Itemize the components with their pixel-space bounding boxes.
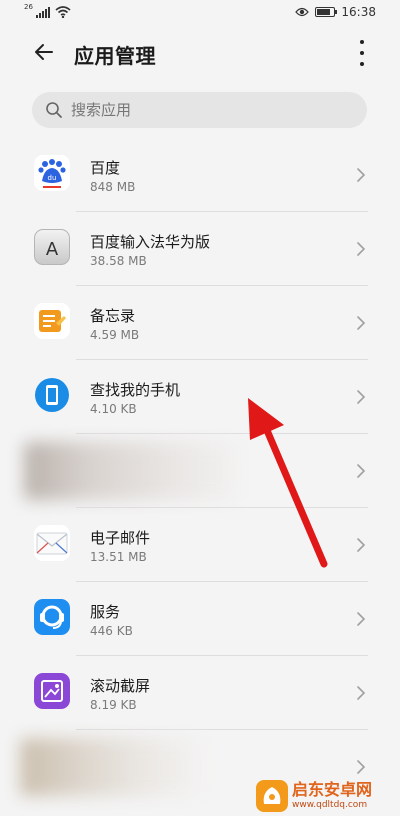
app-name: 备忘录 — [90, 307, 136, 325]
watermark-url: www.qdltdq.com — [292, 800, 368, 810]
app-size: 4.10 KB — [90, 402, 137, 416]
chevron-right-icon — [357, 390, 366, 404]
svg-text:A: A — [46, 239, 59, 260]
list-item-baidu-input[interactable]: A 百度输入法华为版 38.58 MB — [0, 212, 400, 286]
app-name: 查找我的手机 — [90, 381, 181, 399]
find-phone-icon — [34, 377, 70, 413]
chevron-right-icon — [357, 464, 366, 478]
app-size: 848 MB — [90, 180, 136, 194]
chevron-right-icon — [357, 760, 366, 774]
chevron-right-icon — [357, 168, 366, 182]
app-name: 服务 — [90, 603, 121, 621]
watermark-title: 启东安卓网 — [292, 780, 373, 799]
blurred-region — [24, 442, 236, 500]
baidu-icon: du — [34, 155, 70, 191]
app-name: 滚动截屏 — [90, 677, 151, 695]
app-size: 4.59 MB — [90, 328, 140, 342]
chevron-right-icon — [357, 612, 366, 626]
app-name: 电子邮件 — [90, 529, 151, 547]
svg-text:du: du — [48, 174, 57, 182]
app-name: 百度 — [90, 159, 121, 177]
back-arrow-icon[interactable] — [32, 40, 56, 64]
watermark: 启东安卓网 www.qdltdq.com — [256, 778, 396, 814]
app-size: 446 KB — [90, 624, 133, 638]
list-item-blurred[interactable] — [0, 434, 400, 508]
app-name: 百度输入法华为版 — [90, 233, 211, 251]
wifi-icon — [55, 6, 71, 18]
page-title: 应用管理 — [74, 44, 156, 68]
search-bar[interactable] — [32, 92, 367, 128]
list-item-notepad[interactable]: 备忘录 4.59 MB — [0, 286, 400, 360]
watermark-logo-icon — [256, 780, 288, 812]
scroll-screenshot-icon — [34, 673, 70, 709]
search-input[interactable] — [69, 100, 333, 120]
email-icon — [34, 525, 70, 561]
signal-icon — [35, 6, 50, 18]
chevron-right-icon — [357, 316, 366, 330]
baidu-input-icon: A — [34, 229, 70, 265]
chevron-right-icon — [357, 686, 366, 700]
list-item-find-phone[interactable]: 查找我的手机 4.10 KB — [0, 360, 400, 434]
eye-icon — [295, 7, 310, 17]
app-list: du 百度 848 MB A 百度输入法华为版 38.58 MB 备忘录 4.5… — [0, 138, 400, 804]
app-bar: 应用管理 — [0, 30, 400, 78]
app-size: 38.58 MB — [90, 254, 147, 268]
search-icon — [46, 102, 62, 118]
list-item-service[interactable]: 服务 446 KB — [0, 582, 400, 656]
list-item-baidu[interactable]: du 百度 848 MB — [0, 138, 400, 212]
chevron-right-icon — [357, 538, 366, 552]
network-type: 26 — [24, 3, 33, 11]
clock: 16:38 — [341, 5, 376, 19]
list-item-scroll-screenshot[interactable]: 滚动截屏 8.19 KB — [0, 656, 400, 730]
app-size: 8.19 KB — [90, 698, 137, 712]
status-bar: 26 16:38 — [0, 0, 400, 26]
notepad-icon — [34, 303, 70, 339]
service-icon — [34, 599, 70, 635]
blurred-region — [20, 738, 200, 796]
more-options-icon[interactable] — [354, 40, 370, 66]
list-item-email[interactable]: 电子邮件 13.51 MB — [0, 508, 400, 582]
chevron-right-icon — [357, 242, 366, 256]
app-size: 13.51 MB — [90, 550, 147, 564]
battery-icon — [315, 7, 338, 17]
